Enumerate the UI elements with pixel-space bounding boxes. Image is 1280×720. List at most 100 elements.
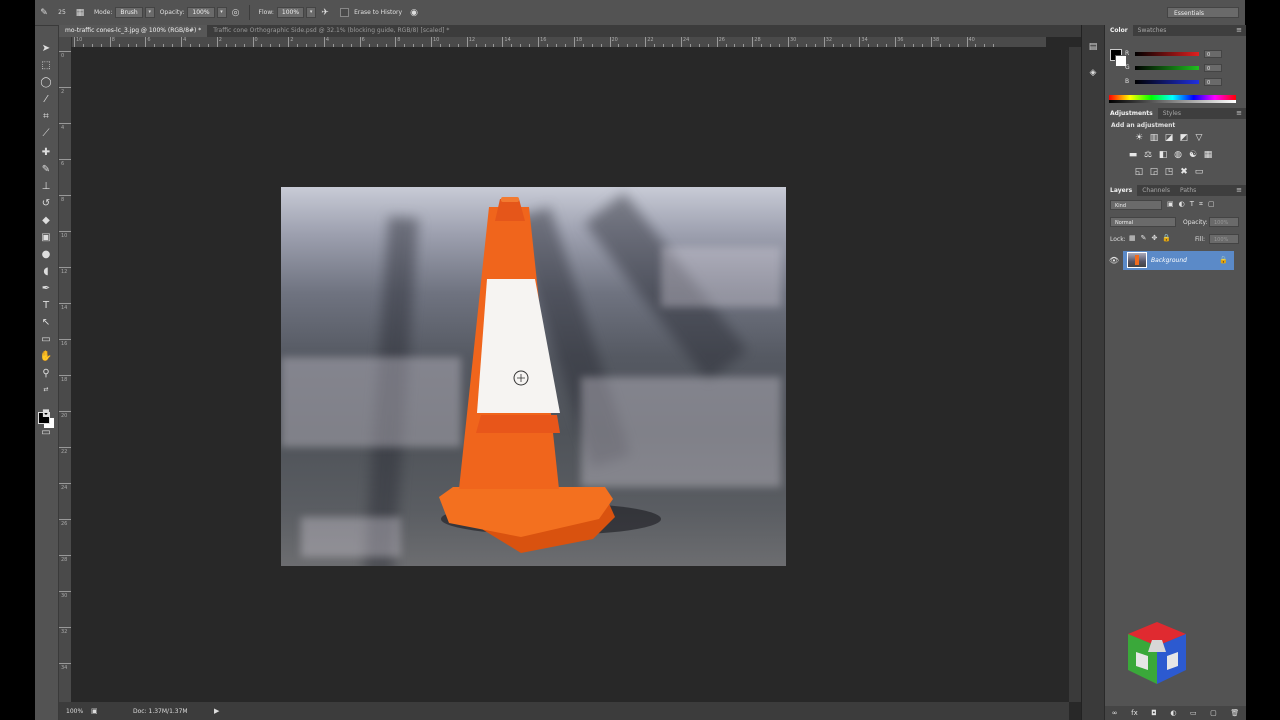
vertical-scrollbar[interactable] — [1069, 47, 1081, 702]
tab-orthographic-side[interactable]: Traffic cone Orthographic Side.psd @ 32.… — [207, 25, 455, 37]
new-group-icon[interactable]: ▭ — [1190, 709, 1197, 717]
brush-panel-toggle-icon[interactable]: ▦ — [74, 7, 86, 19]
link-layers-icon[interactable]: ∞ — [1112, 709, 1118, 717]
flow-dropdown-icon[interactable]: ▾ — [306, 7, 317, 18]
properties-panel-icon[interactable]: ◈ — [1087, 67, 1099, 79]
path-selection-tool-icon[interactable]: ↖ — [38, 316, 54, 330]
gradient-map-icon[interactable]: ▭ — [1193, 167, 1205, 178]
posterize-icon[interactable]: ◲ — [1148, 167, 1160, 178]
layer-row-background[interactable]: 👁 Background 🔒 — [1105, 250, 1236, 270]
exposure-icon[interactable]: ◩ — [1178, 133, 1190, 144]
flow-input[interactable]: 100% — [276, 7, 305, 18]
eraser-tool-icon[interactable]: ◆ — [38, 214, 54, 228]
type-tool-icon[interactable]: T — [38, 299, 54, 313]
blend-mode-select[interactable]: Normal — [1110, 217, 1176, 227]
red-slider[interactable] — [1135, 51, 1199, 56]
delete-layer-icon[interactable]: 🗑 — [1230, 709, 1239, 717]
eraser-tool-icon[interactable]: ✎ — [38, 7, 50, 19]
quick-select-tool-icon[interactable]: ⁄ — [38, 93, 54, 107]
lasso-tool-icon[interactable]: ◯ — [38, 76, 54, 90]
marquee-tool-icon[interactable]: ⬚ — [38, 59, 54, 73]
crop-tool-icon[interactable]: ⌗ — [38, 110, 54, 124]
fx-icon[interactable]: fx — [1131, 709, 1138, 717]
quick-mask-icon[interactable]: ◘ — [38, 408, 54, 422]
clone-stamp-tool-icon[interactable]: ⊥ — [38, 180, 54, 194]
zoom-level[interactable]: 100% — [66, 708, 83, 715]
red-value[interactable]: 0 — [1204, 49, 1222, 58]
color-spectrum-ramp[interactable] — [1109, 95, 1236, 103]
healing-brush-tool-icon[interactable]: ✚ — [38, 146, 54, 160]
panel-menu-icon[interactable]: ≡ — [1236, 25, 1242, 36]
brush-tool-icon[interactable]: ✎ — [38, 163, 54, 177]
curves-icon[interactable]: ◪ — [1163, 133, 1175, 144]
history-brush-tool-icon[interactable]: ↺ — [38, 197, 54, 211]
swap-colors-icon[interactable]: ⇄ — [38, 383, 54, 397]
opacity-dropdown-icon[interactable]: ▾ — [216, 7, 227, 18]
add-mask-icon[interactable]: ◘ — [1151, 709, 1157, 717]
hue-saturation-icon[interactable]: ▬ — [1127, 150, 1139, 161]
selective-color-icon[interactable]: ✖ — [1178, 167, 1190, 178]
workspace-switcher[interactable]: Essentials — [1167, 7, 1239, 18]
erase-to-history-checkbox[interactable] — [340, 8, 350, 17]
layer-filter-icons[interactable]: ▣◐T⌗▢ — [1167, 200, 1220, 209]
lock-icons[interactable]: ▦✎✥🔒 — [1129, 234, 1176, 242]
visibility-eye-icon[interactable]: 👁 — [1105, 256, 1123, 265]
layer-opacity-input[interactable]: 100% — [1209, 217, 1239, 227]
threshold-icon[interactable]: ◳ — [1163, 167, 1175, 178]
tab-color[interactable]: Color — [1105, 25, 1133, 36]
mode-select[interactable]: Brush — [115, 7, 143, 18]
layer-thumbnail — [1127, 252, 1147, 268]
new-layer-icon[interactable]: ▢ — [1210, 709, 1217, 717]
brush-preset-picker[interactable]: 25 — [56, 7, 68, 19]
blur-tool-icon[interactable]: ● — [38, 248, 54, 262]
tab-swatches[interactable]: Swatches — [1133, 25, 1172, 36]
tab-channels[interactable]: Channels — [1137, 185, 1175, 196]
status-options-icon[interactable]: ▣ — [91, 707, 98, 715]
levels-icon[interactable]: ▥ — [1148, 133, 1160, 144]
pen-tool-icon[interactable]: ✒ — [38, 282, 54, 296]
tab-traffic-cones[interactable]: mo-traffic cones-lc_3.jpg @ 100% (RGB/8#… — [59, 25, 208, 37]
zoom-tool-icon[interactable]: ⚲ — [38, 367, 54, 381]
brightness-contrast-icon[interactable]: ☀ — [1133, 133, 1145, 144]
panel-menu-icon[interactable]: ≡ — [1236, 108, 1242, 119]
document-image[interactable] — [281, 187, 786, 566]
color-lookup-icon[interactable]: ▦ — [1202, 150, 1214, 161]
move-tool-icon[interactable]: ➤ — [38, 42, 54, 56]
color-balance-icon[interactable]: ⚖ — [1142, 150, 1154, 161]
opacity-input[interactable]: 100% — [187, 7, 215, 18]
screen-mode-icon[interactable]: ▭ — [38, 426, 54, 440]
tab-styles[interactable]: Styles — [1158, 108, 1186, 119]
tab-paths[interactable]: Paths — [1175, 185, 1201, 196]
green-value[interactable]: 0 — [1204, 63, 1222, 72]
layer-filter-kind[interactable]: Kind — [1110, 200, 1162, 210]
eyedropper-tool-icon[interactable]: ⟋ — [38, 127, 54, 141]
green-slider[interactable] — [1135, 65, 1199, 70]
airbrush-icon[interactable]: ✈ — [319, 7, 331, 19]
blue-slider[interactable] — [1135, 79, 1199, 84]
pressure-size-icon[interactable]: ◉ — [408, 7, 420, 19]
gradient-tool-icon[interactable]: ▣ — [38, 231, 54, 245]
photo-filter-icon[interactable]: ◍ — [1172, 150, 1184, 161]
ruler-tick — [59, 267, 71, 268]
new-adjustment-icon[interactable]: ◐ — [1170, 709, 1176, 717]
blue-value[interactable]: 0 — [1204, 77, 1222, 86]
status-menu-arrow-icon[interactable]: ▶ — [214, 707, 219, 715]
hand-tool-icon[interactable]: ✋ — [38, 350, 54, 364]
history-panel-icon[interactable]: ▤ — [1087, 41, 1099, 53]
channel-mixer-icon[interactable]: ☯ — [1187, 150, 1199, 161]
tab-layers[interactable]: Layers — [1105, 185, 1138, 196]
black-white-icon[interactable]: ◧ — [1157, 150, 1169, 161]
vibrance-icon[interactable]: ▽ — [1193, 133, 1205, 144]
mode-dropdown-icon[interactable]: ▾ — [144, 7, 155, 18]
rectangle-tool-icon[interactable]: ▭ — [38, 333, 54, 347]
dodge-tool-icon[interactable]: ◖ — [38, 265, 54, 279]
layer-fill-input[interactable]: 100% — [1209, 234, 1239, 244]
pressure-opacity-icon[interactable]: ◎ — [230, 7, 242, 19]
ruler-tick — [431, 37, 432, 47]
invert-icon[interactable]: ◱ — [1133, 167, 1145, 178]
opacity-label: Opacity: — [1183, 219, 1208, 226]
tab-adjustments[interactable]: Adjustments — [1105, 108, 1158, 119]
layer-selected[interactable]: Background 🔒 — [1123, 250, 1234, 270]
layer-name[interactable]: Background — [1151, 257, 1219, 264]
panel-menu-icon[interactable]: ≡ — [1236, 185, 1242, 196]
